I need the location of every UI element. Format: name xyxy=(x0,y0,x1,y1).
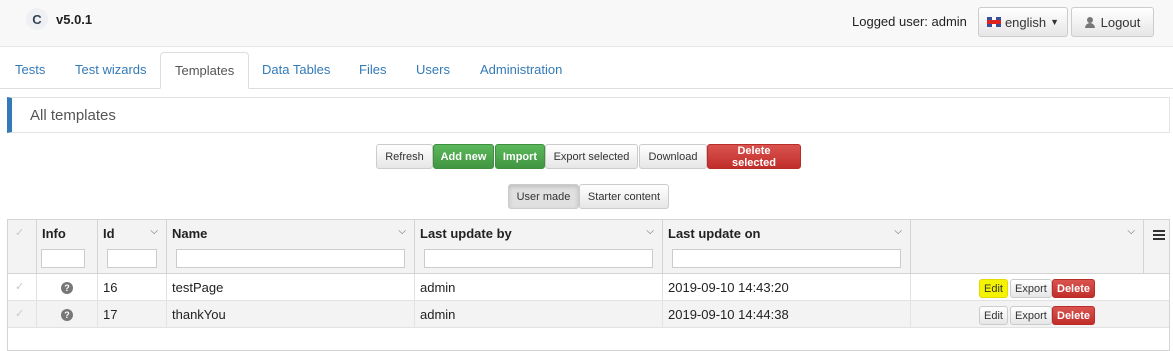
info-filter-input[interactable] xyxy=(41,249,85,268)
id-cell: 16 xyxy=(98,274,167,301)
check-icon: ✓ xyxy=(15,281,25,293)
top-navbar: C v5.0.1 Logged user: admin english ▼ Lo… xyxy=(0,0,1173,47)
export-button[interactable]: Export xyxy=(1010,306,1052,325)
tab-files[interactable]: Files xyxy=(345,52,400,88)
column-label: Name xyxy=(172,226,208,241)
question-circle-icon[interactable]: ? xyxy=(61,309,73,321)
name-filter-input[interactable] xyxy=(176,249,405,268)
column-id[interactable]: Id ⌵ xyxy=(98,220,167,273)
table-row[interactable]: ✓ ? 16 testPage admin 2019-09-10 14:43:2… xyxy=(8,274,1169,301)
starter-content-toggle[interactable]: Starter content xyxy=(579,184,669,209)
updated-on-cell: 2019-09-10 14:44:38 xyxy=(663,301,911,328)
tab-users[interactable]: Users xyxy=(402,52,464,88)
user-made-toggle[interactable]: User made xyxy=(508,184,579,209)
check-icon: ✓ xyxy=(15,308,25,320)
check-icon: ✓ xyxy=(15,227,25,239)
column-name[interactable]: Name ⌵ xyxy=(167,220,415,273)
logged-user-label: Logged user: admin xyxy=(852,14,967,29)
id-filter-input[interactable] xyxy=(107,249,157,268)
tab-administration[interactable]: Administration xyxy=(466,52,576,88)
app-version: v5.0.1 xyxy=(56,11,93,27)
info-cell: ? xyxy=(37,274,98,301)
chevron-down-icon[interactable]: ⌵ xyxy=(150,226,158,237)
row-select[interactable]: ✓ xyxy=(8,274,37,301)
column-last-update-by[interactable]: Last update by ⌵ xyxy=(415,220,663,273)
last-update-on-filter-input[interactable] xyxy=(672,249,901,268)
uk-flag-icon xyxy=(986,17,1001,27)
templates-panel: All templates xyxy=(7,97,1170,133)
delete-button[interactable]: Delete xyxy=(1052,306,1096,325)
refresh-button[interactable]: Refresh xyxy=(376,144,433,169)
tab-templates[interactable]: Templates xyxy=(160,52,250,89)
id-cell: 17 xyxy=(98,301,167,328)
actions-cell: Edit Export Delete xyxy=(911,301,1169,328)
caret-down-icon: ▼ xyxy=(1050,17,1060,27)
chevron-down-icon[interactable]: ⌵ xyxy=(894,226,902,237)
column-last-update-on[interactable]: Last update on ⌵ xyxy=(663,220,911,273)
actions-cell: Edit Export Delete xyxy=(911,274,1169,301)
logout-label: Logout xyxy=(1100,14,1141,30)
column-label: Last update by xyxy=(420,226,512,241)
download-button[interactable]: Download xyxy=(639,144,707,169)
info-cell: ? xyxy=(37,301,98,328)
edit-button[interactable]: Edit xyxy=(979,306,1008,325)
chevron-down-icon[interactable]: ⌵ xyxy=(646,226,654,237)
delete-button[interactable]: Delete xyxy=(1052,279,1096,298)
export-selected-button[interactable]: Export selected xyxy=(545,144,638,169)
language-label: english xyxy=(1004,14,1047,30)
updated-on-cell: 2019-09-10 14:43:20 xyxy=(663,274,911,301)
templates-grid: ✓ Info Id ⌵ Name ⌵ Last update by ⌵ Last… xyxy=(7,219,1170,351)
last-update-by-filter-input[interactable] xyxy=(424,249,653,268)
updated-by-cell: admin xyxy=(415,274,663,301)
name-cell: thankYou xyxy=(167,301,415,328)
hamburger-menu-icon[interactable] xyxy=(1153,230,1165,242)
table-row[interactable]: ✓ ? 17 thankYou admin 2019-09-10 14:44:3… xyxy=(8,301,1169,328)
add-new-button[interactable]: Add new xyxy=(433,144,494,169)
tab-test-wizards[interactable]: Test wizards xyxy=(61,52,161,88)
column-label: Last update on xyxy=(668,226,761,241)
row-select[interactable]: ✓ xyxy=(8,301,37,328)
user-icon xyxy=(1084,16,1095,28)
page-title: All templates xyxy=(30,107,116,124)
updated-by-cell: admin xyxy=(415,301,663,328)
select-all-header[interactable]: ✓ xyxy=(8,220,37,273)
main-tabs: Tests Test wizards Templates Data Tables… xyxy=(0,52,1173,89)
grid-header: ✓ Info Id ⌵ Name ⌵ Last update by ⌵ Last… xyxy=(8,220,1169,274)
import-button[interactable]: Import xyxy=(495,144,545,169)
brand[interactable]: C v5.0.1 xyxy=(26,8,92,30)
column-label: Id xyxy=(103,226,115,241)
export-button[interactable]: Export xyxy=(1010,279,1052,298)
logout-button[interactable]: Logout xyxy=(1071,7,1154,37)
language-dropdown[interactable]: english ▼ xyxy=(978,7,1068,37)
question-circle-icon[interactable]: ? xyxy=(61,282,73,294)
app-logo: C xyxy=(26,8,48,30)
column-info[interactable]: Info xyxy=(37,220,98,273)
delete-selected-button[interactable]: Delete selected xyxy=(707,144,801,169)
chevron-down-icon[interactable]: ⌵ xyxy=(1127,226,1135,237)
column-actions[interactable]: ⌵ xyxy=(911,220,1144,273)
tab-tests[interactable]: Tests xyxy=(1,52,59,88)
tab-data-tables[interactable]: Data Tables xyxy=(248,52,344,88)
name-cell: testPage xyxy=(167,274,415,301)
chevron-down-icon[interactable]: ⌵ xyxy=(398,226,406,237)
column-label: Info xyxy=(42,226,66,241)
edit-button[interactable]: Edit xyxy=(979,279,1008,298)
